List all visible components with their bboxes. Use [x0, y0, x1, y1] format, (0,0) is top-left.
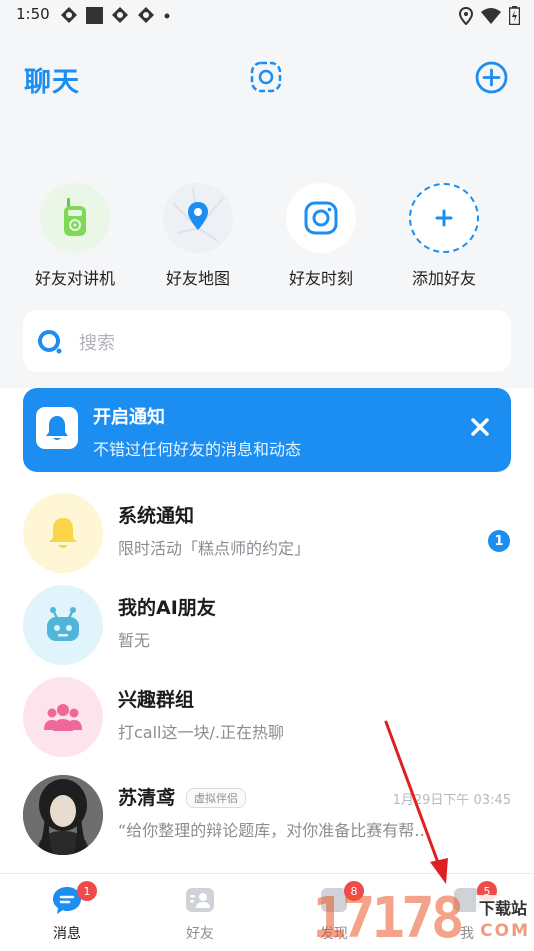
map-pin-icon: [163, 183, 233, 253]
more-dot-icon: [164, 13, 170, 19]
chat-preview: 暂无: [118, 631, 151, 650]
close-icon[interactable]: [471, 418, 489, 436]
quick-action-walkie-talkie[interactable]: 好友对讲机: [15, 183, 135, 289]
chat-name: 兴趣群组: [118, 689, 195, 711]
quick-action-add-friend[interactable]: 添加好友: [384, 183, 504, 289]
camera-moment-icon: [286, 183, 356, 253]
chat-preview: 限时活动「糕点师的约定」: [118, 539, 311, 558]
group-avatar-icon: [23, 677, 103, 757]
chat-name: 苏清鸢: [118, 787, 176, 809]
unread-badge: 1: [488, 530, 510, 552]
quick-action-label: 好友对讲机: [34, 269, 115, 288]
quick-action-map[interactable]: 好友地图: [138, 183, 258, 289]
watermark-site: 下载站: [475, 895, 530, 919]
nav-label: 好友: [186, 926, 214, 942]
chat-row-ai-friend[interactable]: 我的AI朋友 暂无: [0, 585, 534, 677]
nav-badge: 1: [77, 881, 97, 901]
status-time: 1:50: [16, 5, 50, 23]
bell-icon: [36, 407, 78, 449]
nav-tab-friends[interactable]: 好友: [150, 874, 250, 951]
watermark-digits: 17178: [312, 886, 465, 951]
add-plus-button[interactable]: [475, 61, 508, 94]
chat-preview: “给你整理的辩论题库，对你准备比赛有帮…: [118, 821, 431, 840]
quick-action-moments[interactable]: 好友时刻: [261, 183, 381, 289]
nav-tab-messages[interactable]: 1 消息: [17, 874, 117, 951]
chat-row-interest-group[interactable]: 兴趣群组 打call这一块/.正在热聊: [0, 677, 534, 769]
wifi-icon: [481, 7, 501, 24]
nav-label: 消息: [53, 926, 81, 942]
site-watermark: 17178 下载站 COM: [306, 883, 534, 950]
battery-icon: [509, 6, 520, 25]
watermark-domain: COM: [480, 921, 530, 941]
quick-action-label: 好友地图: [165, 269, 230, 288]
walkie-talkie-icon: [40, 183, 110, 253]
search-placeholder: 搜索: [79, 333, 115, 354]
app-notification-icon: [138, 7, 154, 23]
bell-avatar-icon: [23, 493, 103, 573]
search-bar[interactable]: 搜索: [23, 310, 511, 372]
status-system-icons: [459, 6, 520, 25]
app-notification-icon: [112, 7, 128, 23]
chat-time: 1月29日下午 03:45: [392, 793, 511, 808]
chat-row-su-qingyuan[interactable]: 苏清鸢 虚拟伴侣 1月29日下午 03:45 “给你整理的辩论题库，对你准备比赛…: [0, 775, 534, 867]
robot-avatar-icon: [23, 585, 103, 665]
banner-subtitle: 不错过任何好友的消息和动态: [93, 440, 302, 459]
friends-card-icon: [186, 888, 214, 912]
scan-icon[interactable]: [250, 61, 282, 93]
quick-actions: 好友对讲机 好友地图 好友时刻 添加好友: [0, 183, 534, 293]
status-bar: 1:50: [0, 0, 534, 30]
location-icon: [459, 6, 473, 25]
chat-row-system[interactable]: 系统通知 限时活动「糕点师的约定」 1: [0, 493, 534, 585]
plus-icon: [409, 183, 479, 253]
status-notification-icons: [60, 6, 171, 24]
enable-notification-banner[interactable]: 开启通知 不错过任何好友的消息和动态: [23, 388, 511, 472]
search-icon: [38, 330, 62, 354]
chat-preview: 打call这一块/.正在热聊: [118, 723, 284, 742]
user-avatar: [23, 775, 103, 855]
page-title: 聊天: [24, 67, 80, 98]
square-notification-icon: [86, 6, 103, 24]
app-notification-icon: [61, 7, 77, 23]
quick-action-label: 好友时刻: [288, 269, 353, 288]
virtual-companion-tag: 虚拟伴侣: [186, 788, 246, 808]
chat-name: 系统通知: [118, 505, 195, 527]
quick-action-label: 添加好友: [411, 269, 476, 288]
banner-title: 开启通知: [93, 407, 165, 428]
chat-name: 我的AI朋友: [118, 597, 216, 619]
